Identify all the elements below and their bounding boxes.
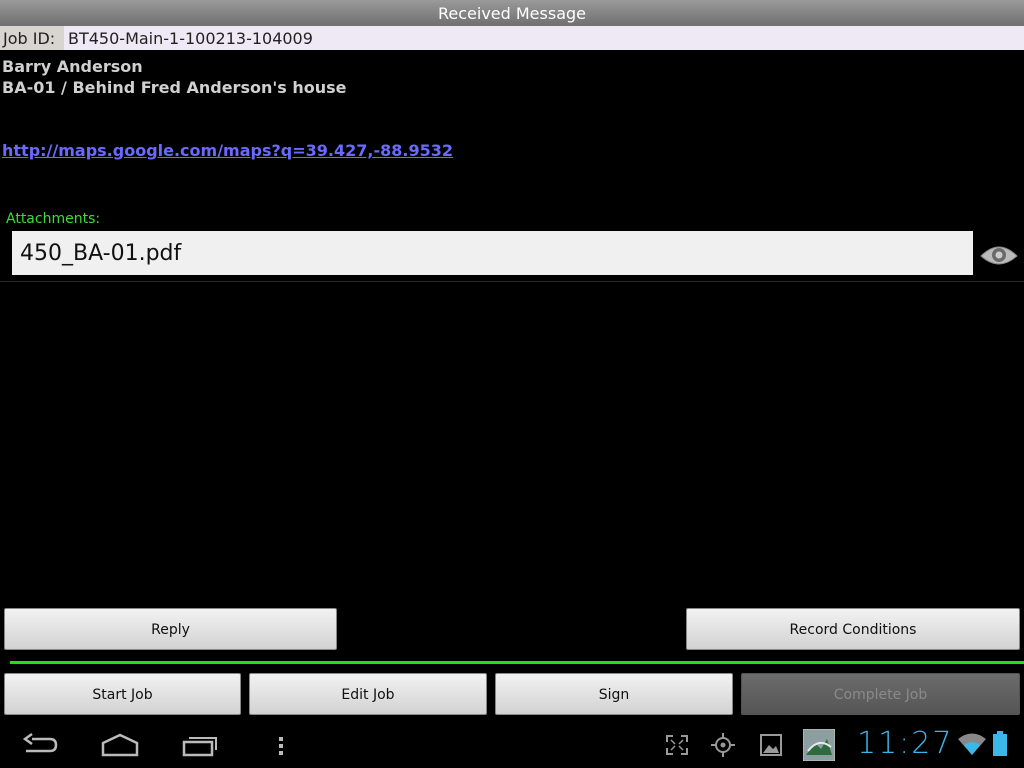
job-id-row: Job ID: BT450-Main-1-100213-104009 [0,26,1024,50]
record-conditions-button[interactable]: Record Conditions [686,608,1020,650]
edit-job-button[interactable]: Edit Job [249,673,487,715]
complete-job-button: Complete Job [741,673,1020,715]
gallery-icon [760,734,782,760]
title-text: Received Message [437,4,586,23]
start-job-button[interactable]: Start Job [4,673,241,715]
divider [0,281,1024,282]
sign-button[interactable]: Sign [495,673,733,715]
separator-line [10,661,1024,664]
eye-icon[interactable] [979,239,1019,271]
back-icon[interactable] [22,732,58,761]
wifi-icon [958,732,986,760]
job-id-value: BT450-Main-1-100213-104009 [68,29,313,48]
fullscreen-icon[interactable] [665,734,689,760]
recent-apps-icon[interactable] [182,733,220,761]
contact-location: BA-01 / Behind Fred Anderson's house [2,78,347,97]
map-link[interactable]: http://maps.google.com/maps?q=39.427,-88… [2,141,453,160]
contact-name: Barry Anderson [2,57,143,76]
app-notification-icon[interactable] [802,728,836,765]
menu-icon[interactable] [276,735,286,761]
job-id-label: Job ID: [0,26,64,50]
home-icon[interactable] [101,733,139,761]
reply-button[interactable]: Reply [4,608,337,650]
title-bar: Received Message [0,0,1024,26]
attachment-file-item[interactable]: 450_BA-01.pdf [12,231,973,275]
attachments-label: Attachments: [6,211,101,227]
status-clock: 11:27 [857,726,954,761]
gps-icon [711,733,735,761]
battery-icon [992,731,1008,761]
